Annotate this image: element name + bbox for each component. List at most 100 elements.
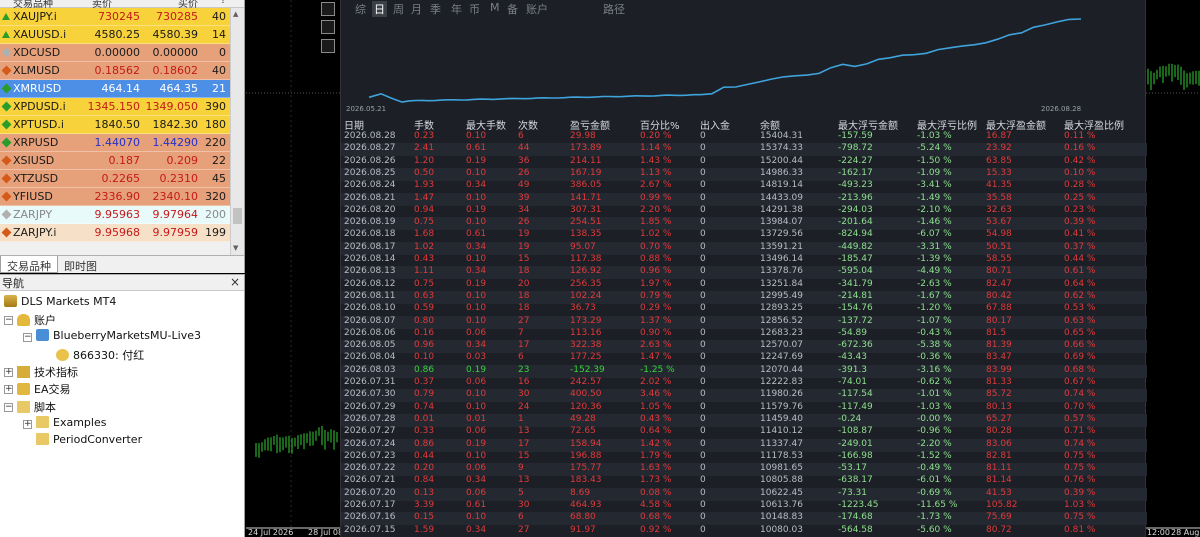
tree-accounts[interactable]: 账户 — [17, 312, 56, 328]
report-col-header[interactable]: 手数 — [414, 117, 434, 132]
report-col-header[interactable]: 盈亏金额 — [570, 117, 610, 132]
report-col-header[interactable]: 次数 — [518, 117, 538, 132]
scroll-up-arrow-icon[interactable]: ▲ — [233, 10, 238, 18]
tab-tick-chart[interactable]: 即时图 — [58, 256, 103, 273]
market-watch-row[interactable]: XLMUSD 0.18562 0.18602 40 — [0, 62, 244, 80]
report-row[interactable]: 2026.07.24 0.86 0.19 17 158.94 1.42 % 0 11337.4… — [341, 438, 1147, 452]
collapse-server-icon[interactable]: − — [23, 333, 32, 342]
report-row[interactable]: 2026.08.06 0.16 0.06 7 113.16 0.90 % 0 12683.23… — [341, 328, 1147, 341]
report-tab[interactable]: 综 — [355, 1, 366, 17]
market-watch-panel: 交易品种 卖价 买价 ! XAUJPY.i 730245 730285 40 XAUUS… — [0, 0, 245, 255]
market-watch-row[interactable]: XMRUSD 464.14 464.35 21 — [0, 80, 244, 98]
tree-scripts[interactable]: 脚本 — [17, 399, 56, 415]
market-watch-row[interactable]: XTZUSD 0.2265 0.2310 45 — [0, 170, 244, 188]
report-row[interactable]: 2026.08.21 1.47 0.10 39 141.71 0.99 % 0 14433.0… — [341, 192, 1147, 206]
expand-examples-icon[interactable]: + — [23, 420, 32, 429]
market-watch-row[interactable]: XPTUSD.i 1840.50 1842.30 180 — [0, 116, 244, 134]
market-watch-row[interactable]: XPDUSD.i 1345.150 1349.050 390 — [0, 98, 244, 116]
chart-restore-button[interactable] — [321, 20, 335, 34]
report-row[interactable]: 2026.08.04 0.10 0.03 6 177.25 1.47 % 0 12247.69… — [341, 352, 1147, 365]
report-row[interactable]: 2026.08.13 1.11 0.34 18 126.92 0.96 % 0 13378.7… — [341, 266, 1147, 280]
report-tab[interactable]: 账户 — [526, 1, 548, 17]
report-row[interactable]: 2026.08.17 1.02 0.34 19 95.07 0.70 % 0 13591.21… — [341, 241, 1147, 255]
market-watch-row[interactable]: YFIUSD 2336.90 2340.10 320 — [0, 188, 244, 206]
report-tab[interactable]: 周 — [393, 1, 404, 17]
report-row[interactable]: 2026.07.27 0.33 0.06 13 72.65 0.64 % 0 11410.12… — [341, 426, 1147, 439]
report-tab[interactable]: 年 — [451, 1, 462, 17]
tree-script-periodconverter[interactable]: PeriodConverter — [36, 433, 142, 449]
tree-account[interactable]: 866330: 付红 — [56, 347, 144, 363]
report-col-header[interactable]: 日期 — [344, 117, 364, 132]
expand-experts-icon[interactable]: + — [4, 385, 13, 394]
report-col-header[interactable]: 最大浮亏比例 — [917, 117, 977, 132]
report-row[interactable]: 2026.08.19 0.75 0.10 26 254.51 1.85 % 0 13984.0… — [341, 217, 1147, 231]
report-row[interactable]: 2026.08.18 1.68 0.61 19 138.35 1.02 % 0 13729.5… — [341, 229, 1147, 242]
report-row[interactable]: 2026.08.20 0.94 0.19 34 307.31 2.20 % 0 14291.3… — [341, 205, 1147, 218]
report-row[interactable]: 2026.07.17 3.39 0.61 30 464.93 4.58 % 0 10613.7… — [341, 500, 1147, 513]
report-col-header[interactable]: 最大浮盈比例 — [1064, 117, 1124, 132]
report-row[interactable]: 2026.08.10 0.59 0.10 18 36.73 0.29 % 0 12893.25… — [341, 303, 1147, 316]
tree-script-examples[interactable]: Examples — [36, 416, 106, 432]
report-row[interactable]: 2026.07.28 0.01 0.01 1 49.28 0.43 % 0 11459.40 -… — [341, 413, 1147, 427]
report-tab[interactable]: 路径 — [603, 1, 625, 17]
scroll-thumb[interactable] — [233, 208, 242, 224]
report-col-header[interactable]: 余额 — [760, 117, 780, 132]
market-watch-row[interactable]: XDCUSD 0.00000 0.00000 0 — [0, 44, 244, 62]
report-tab[interactable]: 日 — [372, 1, 387, 17]
market-watch-row[interactable]: ZARJPY 9.95963 9.97964 200 — [0, 206, 244, 224]
report-row[interactable]: 2026.08.07 0.80 0.10 27 173.29 1.37 % 0 12856.5… — [341, 315, 1147, 329]
report-cell: -53.17 — [838, 463, 868, 474]
market-watch-row[interactable]: XAUUSD.i 4580.25 4580.39 14 — [0, 26, 244, 44]
chart-close-button[interactable] — [321, 39, 335, 53]
scroll-down-arrow-icon[interactable]: ▼ — [233, 244, 238, 252]
report-row[interactable]: 2026.07.29 0.74 0.10 24 120.36 1.05 % 0 11579.7… — [341, 402, 1147, 415]
report-row[interactable]: 2026.07.16 0.15 0.10 6 68.80 0.68 % 0 10148.83 -… — [341, 512, 1147, 526]
report-row[interactable]: 2026.08.12 0.75 0.19 20 256.35 1.97 % 0 13251.8… — [341, 279, 1147, 292]
report-col-header[interactable]: 出入金 — [700, 117, 730, 132]
report-row[interactable]: 2026.07.31 0.37 0.06 16 242.57 2.02 % 0 12222.8… — [341, 377, 1147, 390]
report-col-header[interactable]: 最大浮盈金额 — [986, 117, 1046, 132]
tree-indicators[interactable]: 技术指标 — [17, 364, 78, 380]
report-row[interactable]: 2026.08.14 0.43 0.10 15 117.38 0.88 % 0 13496.1… — [341, 254, 1147, 267]
close-icon[interactable]: × — [230, 275, 240, 289]
report-row[interactable]: 2026.08.26 1.20 0.19 36 214.11 1.43 % 0 15200.4… — [341, 156, 1147, 169]
report-row[interactable]: 2026.07.22 0.20 0.06 9 175.77 1.63 % 0 10981.65… — [341, 463, 1147, 477]
collapse-scripts-icon[interactable]: − — [4, 403, 13, 412]
report-col-header[interactable]: 最大手数 — [466, 117, 506, 132]
market-watch-row[interactable]: XSIUSD 0.187 0.209 22 — [0, 152, 244, 170]
col-spread-header[interactable]: ! — [221, 0, 225, 6]
expand-indicators-icon[interactable]: + — [4, 368, 13, 377]
collapse-accounts-icon[interactable]: − — [4, 316, 13, 325]
report-row[interactable]: 2026.08.25 0.50 0.10 26 167.19 1.13 % 0 14986.3… — [341, 167, 1147, 181]
report-row[interactable]: 2026.08.24 1.93 0.34 49 386.05 2.67 % 0 14819.1… — [341, 180, 1147, 193]
chart-minimize-button[interactable] — [321, 2, 335, 16]
report-row[interactable]: 2026.08.05 0.96 0.34 17 322.38 2.63 % 0 12570.0… — [341, 340, 1147, 354]
report-row[interactable]: 2026.08.27 2.41 0.61 44 173.89 1.14 % 0 15374.3… — [341, 143, 1147, 157]
report-row[interactable]: 2026.08.28 0.23 0.10 6 29.98 0.20 % 0 15404.31 -… — [341, 131, 1147, 144]
report-col-header[interactable]: 百分比% — [640, 117, 680, 132]
report-cell: 83.99 — [986, 364, 1012, 375]
report-row[interactable]: 2026.07.23 0.44 0.10 15 196.88 1.79 % 0 11178.5… — [341, 451, 1147, 464]
market-watch-scrollbar[interactable]: ▲ ▼ — [230, 8, 244, 255]
report-row[interactable]: 2026.07.20 0.13 0.06 5 8.69 0.08 % 0 10622.45 -7… — [341, 487, 1147, 501]
tab-symbols[interactable]: 交易品种 — [0, 256, 58, 273]
tree-root[interactable]: DLS Markets MT4 — [4, 295, 116, 311]
market-watch-row[interactable]: XAUJPY.i 730245 730285 40 — [0, 8, 244, 26]
report-row[interactable]: 2026.07.15 1.59 0.34 27 91.97 0.92 % 0 10080.03… — [341, 525, 1147, 537]
report-col-header[interactable]: 最大浮亏金额 — [838, 117, 898, 132]
report-row[interactable]: 2026.07.21 0.84 0.34 13 183.43 1.73 % 0 10805.8… — [341, 475, 1147, 488]
report-row[interactable]: 2026.07.30 0.79 0.10 30 400.50 3.46 % 0 11980.2… — [341, 389, 1147, 403]
tree-server[interactable]: BlueberryMarketsMU-Live3 — [36, 329, 201, 345]
report-row[interactable]: 2026.08.03 0.86 0.19 23 -152.39 -1.25 % 0 12070… — [341, 364, 1147, 378]
report-row[interactable]: 2026.08.11 0.63 0.10 18 102.24 0.79 % 0 12995.4… — [341, 290, 1147, 304]
report-tab[interactable]: 月 — [411, 1, 422, 17]
report-cell: 20 — [518, 278, 530, 289]
tree-experts[interactable]: EA交易 — [17, 381, 70, 397]
report-cell: 14819.14 — [760, 180, 803, 191]
report-tab[interactable]: 季 — [430, 1, 441, 17]
report-tab[interactable]: 备 — [507, 1, 518, 17]
report-tab[interactable]: 币 — [469, 1, 480, 17]
market-watch-row[interactable]: XRPUSD 1.44070 1.44290 220 — [0, 134, 244, 152]
report-tab[interactable]: M — [490, 1, 500, 14]
market-watch-row[interactable]: ZARJPY.i 9.95968 9.97959 199 — [0, 224, 244, 242]
